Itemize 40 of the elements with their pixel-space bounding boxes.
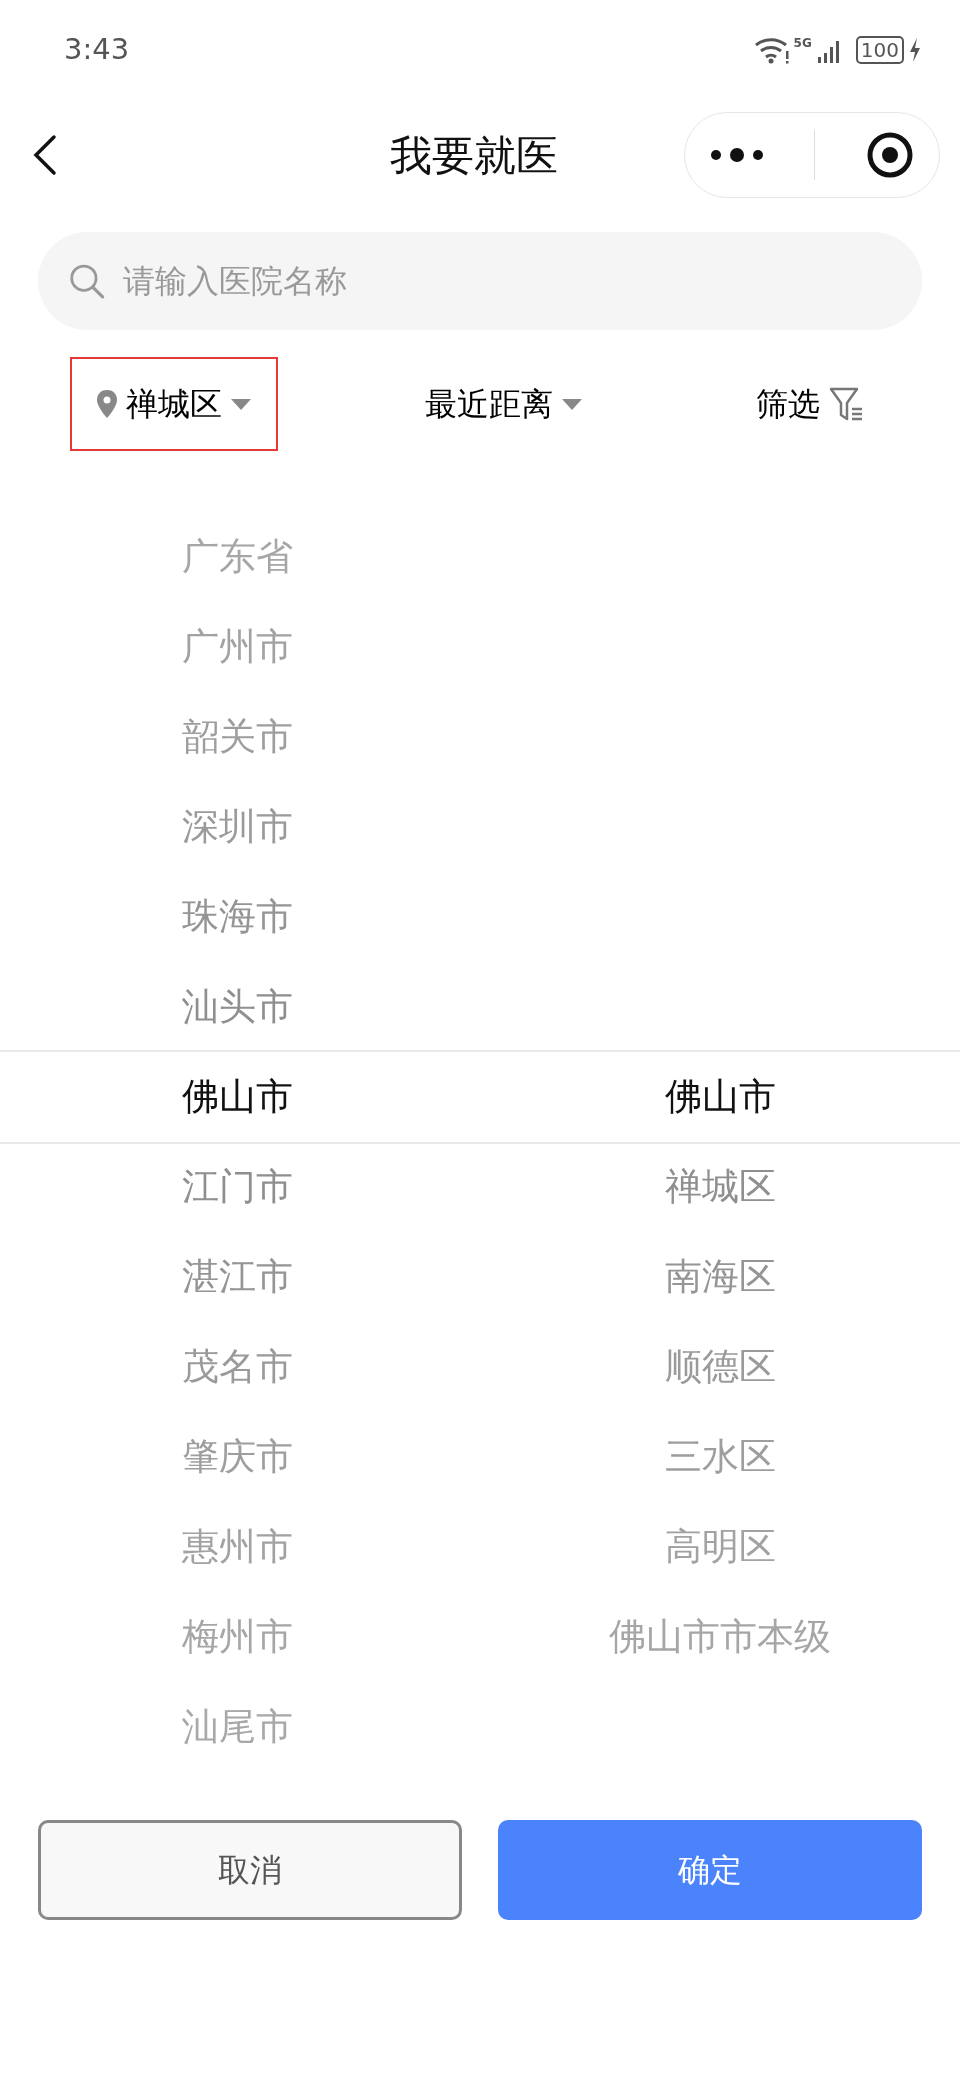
picker-option[interactable]: 南海区 xyxy=(664,1232,776,1322)
search-input[interactable]: 请输入医院名称 xyxy=(121,256,892,306)
page-title: 我要就医 xyxy=(390,129,558,182)
confirm-button[interactable]: 确定 xyxy=(498,1820,922,1920)
search-field[interactable]: 请输入医院名称 xyxy=(38,232,922,330)
network-label: 5G xyxy=(793,37,812,49)
picker-option[interactable]: 汕尾市 xyxy=(182,1682,293,1772)
picker-option[interactable]: 佛山市 xyxy=(182,1052,293,1142)
picker-option[interactable]: 湛江市 xyxy=(182,1232,293,1322)
caret-down-icon xyxy=(230,397,252,411)
picker-option[interactable]: 深圳市 xyxy=(182,782,293,872)
picker-option[interactable]: 禅城区 xyxy=(664,1142,776,1232)
picker-option[interactable]: 佛山市 xyxy=(664,1052,776,1142)
picker-option[interactable]: 珠海市 xyxy=(182,872,293,962)
picker-option[interactable]: 佛山市市本级 xyxy=(609,1592,831,1682)
picker-option[interactable]: 广州市 xyxy=(182,602,293,692)
picker-option[interactable]: 高明区 xyxy=(664,1502,776,1592)
picker-option[interactable]: 汕头市 xyxy=(182,962,293,1052)
charging-icon xyxy=(908,36,922,64)
filter-icon xyxy=(828,385,864,423)
picker-option[interactable]: 江门市 xyxy=(182,1142,293,1232)
filter-location-button[interactable]: 禅城区 xyxy=(70,357,278,451)
picker-option[interactable]: 茂名市 xyxy=(182,1322,293,1412)
cancel-button[interactable]: 取消 xyxy=(38,1820,462,1920)
location-pin-icon xyxy=(96,389,118,419)
picker-option[interactable]: 肇庆市 xyxy=(182,1412,293,1502)
picker-option[interactable]: 梅州市 xyxy=(182,1592,293,1682)
wifi-icon xyxy=(753,35,790,65)
picker-option[interactable]: 顺德区 xyxy=(664,1322,776,1412)
picker-option[interactable]: 韶关市 xyxy=(182,692,293,782)
picker-option[interactable]: 三水区 xyxy=(664,1412,776,1502)
caret-down-icon xyxy=(561,397,583,411)
filter-filter-button[interactable]: 筛选 xyxy=(730,357,890,451)
status-time: 3:43 xyxy=(64,31,130,69)
picker-option[interactable]: 广东省 xyxy=(182,512,293,602)
battery-indicator: 100 xyxy=(855,36,904,64)
close-target-icon[interactable] xyxy=(865,131,914,179)
filter-sort-button[interactable]: 最近距离 xyxy=(399,357,609,451)
more-icon[interactable] xyxy=(710,147,765,163)
picker-option[interactable]: 惠州市 xyxy=(182,1502,293,1592)
